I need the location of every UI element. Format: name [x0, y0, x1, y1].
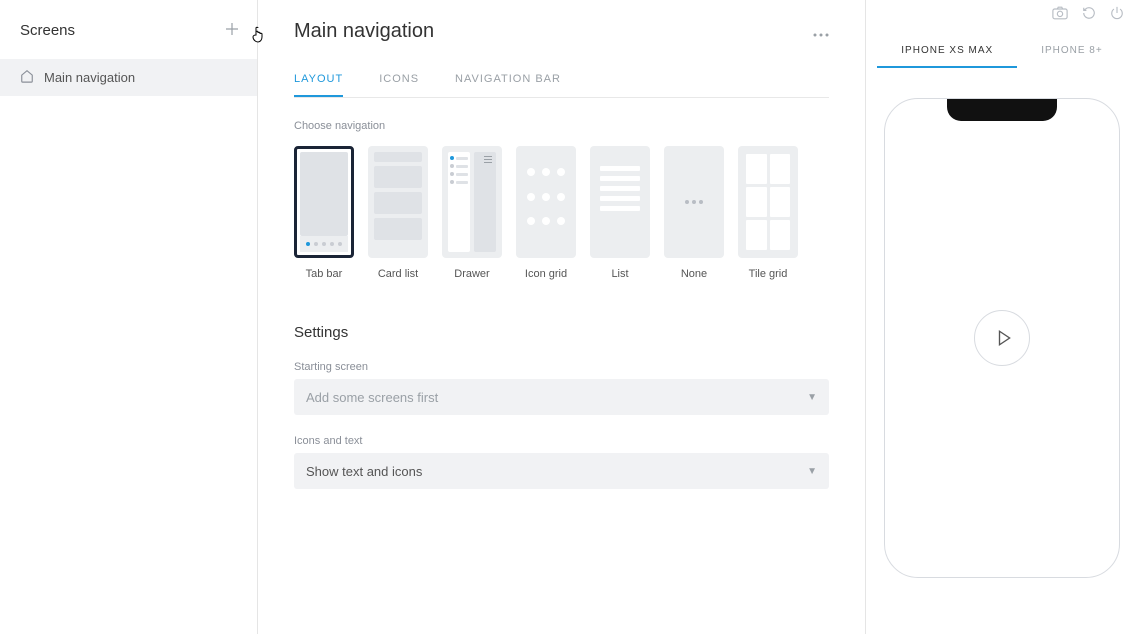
- nav-option-tile-grid[interactable]: Tile grid: [738, 146, 798, 280]
- nav-option-label: List: [611, 268, 628, 280]
- power-icon: [1110, 6, 1124, 20]
- tab-navigation-bar[interactable]: NAVIGATION BAR: [455, 73, 561, 97]
- chevron-down-icon: ▼: [807, 392, 817, 403]
- device-tab-iphone-xs-max[interactable]: IPHONE XS MAX: [877, 35, 1017, 68]
- nav-option-drawer[interactable]: Drawer: [442, 146, 502, 280]
- starting-screen-label: Starting screen: [294, 361, 829, 373]
- more-menu-button[interactable]: [813, 24, 829, 40]
- nav-thumb-drawer: [442, 146, 502, 258]
- sidebar-item-main-navigation[interactable]: Main navigation: [0, 59, 257, 96]
- nav-option-label: Drawer: [454, 268, 489, 280]
- reload-icon: [1082, 6, 1096, 20]
- phone-notch: [947, 99, 1057, 121]
- nav-thumb-tab-bar: [294, 146, 354, 258]
- detail-tabs: LAYOUT ICONS NAVIGATION BAR: [294, 73, 829, 98]
- preview-toolbar: [1052, 0, 1138, 23]
- nav-thumb-none: [664, 146, 724, 258]
- nav-option-list[interactable]: List: [590, 146, 650, 280]
- screenshot-button[interactable]: [1052, 6, 1068, 23]
- chevron-down-icon: ▼: [807, 466, 817, 477]
- choose-navigation-label: Choose navigation: [294, 120, 829, 132]
- nav-option-label: Tab bar: [306, 268, 343, 280]
- icons-text-select[interactable]: Show text and icons ▼: [294, 453, 829, 489]
- nav-thumb-card-list: [368, 146, 428, 258]
- icons-text-label: Icons and text: [294, 435, 829, 447]
- device-tabs: IPHONE XS MAX IPHONE 8+: [866, 35, 1138, 68]
- nav-option-card-list[interactable]: Card list: [368, 146, 428, 280]
- nav-option-label: Icon grid: [525, 268, 567, 280]
- icons-text-value: Show text and icons: [306, 464, 422, 479]
- sidebar-header: Screens: [0, 0, 257, 59]
- nav-option-label: None: [681, 268, 707, 280]
- nav-option-label: Card list: [378, 268, 418, 280]
- sidebar-item-label: Main navigation: [44, 70, 135, 85]
- device-tab-iphone-8-plus[interactable]: IPHONE 8+: [1017, 35, 1127, 68]
- phone-preview-frame: [884, 98, 1120, 578]
- starting-screen-select[interactable]: Add some screens first ▼: [294, 379, 829, 415]
- sidebar: Screens Main navigation: [0, 0, 258, 634]
- sidebar-title: Screens: [20, 22, 75, 39]
- nav-option-tab-bar[interactable]: Tab bar: [294, 146, 354, 280]
- power-button[interactable]: [1110, 6, 1124, 23]
- play-icon: [995, 329, 1013, 347]
- nav-option-icon-grid[interactable]: Icon grid: [516, 146, 576, 280]
- starting-screen-value: Add some screens first: [306, 390, 438, 405]
- nav-thumb-icon-grid: [516, 146, 576, 258]
- camera-icon: [1052, 6, 1068, 20]
- main-header: Main navigation: [294, 0, 829, 43]
- tab-icons[interactable]: ICONS: [379, 73, 419, 97]
- main-panel: Main navigation LAYOUT ICONS NAVIGATION …: [258, 0, 866, 634]
- play-preview-button[interactable]: [974, 310, 1030, 366]
- nav-thumb-tile-grid: [738, 146, 798, 258]
- add-screen-button[interactable]: [225, 22, 239, 39]
- nav-thumb-list: [590, 146, 650, 258]
- dots-horizontal-icon: [813, 33, 829, 37]
- page-title: Main navigation: [294, 20, 434, 43]
- preview-panel: IPHONE XS MAX IPHONE 8+: [866, 0, 1138, 634]
- navigation-options: Tab bar Card list: [294, 146, 829, 280]
- settings-heading: Settings: [294, 324, 829, 341]
- tab-layout[interactable]: LAYOUT: [294, 73, 343, 97]
- nav-option-label: Tile grid: [749, 268, 788, 280]
- reload-button[interactable]: [1082, 6, 1096, 23]
- home-icon: [20, 69, 34, 86]
- nav-option-none[interactable]: None: [664, 146, 724, 280]
- plus-icon: [225, 22, 239, 36]
